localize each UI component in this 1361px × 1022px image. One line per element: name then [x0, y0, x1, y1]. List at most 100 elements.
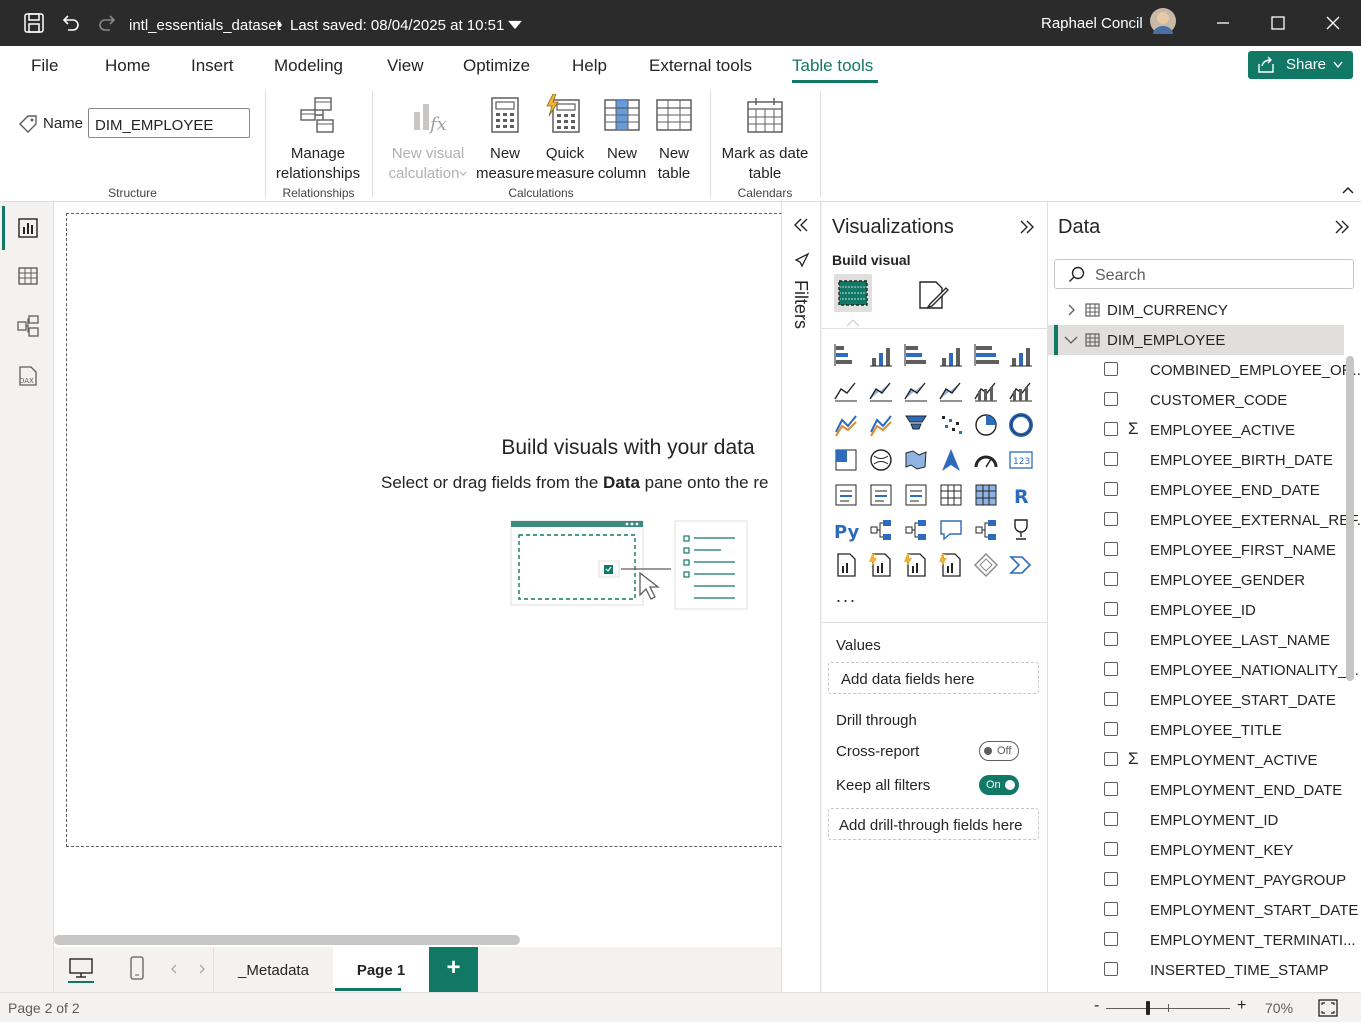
share-button[interactable]: Share: [1248, 51, 1353, 79]
card-icon[interactable]: 123: [1008, 447, 1034, 473]
line-and-clustered-column-chart-icon[interactable]: [1008, 377, 1034, 403]
table-icon[interactable]: [938, 482, 964, 508]
field-row[interactable]: EMPLOYMENT_PAYGROUP: [1048, 865, 1348, 895]
field-checkbox[interactable]: [1104, 752, 1118, 766]
minimize-icon[interactable]: [1212, 12, 1234, 34]
field-row[interactable]: CUSTOMER_CODE: [1048, 385, 1348, 415]
pie-chart-icon[interactable]: [973, 412, 999, 438]
field-checkbox[interactable]: [1104, 842, 1118, 856]
field-checkbox[interactable]: [1104, 722, 1118, 736]
page-tab-metadata[interactable]: _Metadata: [214, 947, 333, 992]
line-chart-icon[interactable]: [833, 377, 859, 403]
field-row[interactable]: EMPLOYEE_FIRST_NAME: [1048, 535, 1348, 565]
tab-view[interactable]: View: [387, 56, 424, 76]
zoom-out-button[interactable]: -: [1094, 997, 1099, 1015]
kpi-icon[interactable]: [868, 482, 894, 508]
more-visual-type-icon[interactable]: [1008, 552, 1034, 578]
chevron-down-icon[interactable]: [1064, 335, 1078, 345]
funnel-chart-icon[interactable]: [903, 412, 929, 438]
field-row[interactable]: EMPLOYMENT_TERMINATI...: [1048, 925, 1356, 955]
search-box[interactable]: Search: [1054, 259, 1354, 289]
power-apps-icon[interactable]: [938, 552, 964, 578]
azure-map-icon[interactable]: [938, 447, 964, 473]
horizontal-scrollbar[interactable]: [54, 935, 520, 945]
table-row-dim-currency[interactable]: DIM_CURRENCY: [1048, 295, 1348, 325]
field-row[interactable]: Σ EMPLOYEE_ACTIVE: [1048, 415, 1348, 445]
undo-icon[interactable]: [59, 12, 81, 34]
chevron-right-icon[interactable]: [198, 964, 206, 974]
chevron-right-icon[interactable]: [1066, 304, 1076, 316]
user-name[interactable]: Raphael Concil: [1041, 15, 1143, 32]
filters-pane-collapsed[interactable]: Filters: [781, 202, 821, 992]
scatter-chart-icon[interactable]: [938, 412, 964, 438]
gauge-icon[interactable]: [973, 447, 999, 473]
100-stacked-column-chart-icon[interactable]: [1008, 342, 1034, 368]
table-row-dim-employee[interactable]: DIM_EMPLOYEE: [1048, 325, 1344, 355]
format-visual-icon[interactable]: [916, 278, 950, 312]
metrics-icon[interactable]: [1008, 517, 1034, 543]
r-script-visual-icon[interactable]: R: [1008, 482, 1034, 508]
tab-file[interactable]: File: [31, 56, 58, 76]
field-checkbox[interactable]: [1104, 872, 1118, 886]
line-and-stacked-column-chart-icon[interactable]: [973, 377, 999, 403]
slicer-icon[interactable]: [903, 482, 929, 508]
slicer-new-icon[interactable]: [903, 552, 929, 578]
paginated-report-icon[interactable]: [833, 552, 859, 578]
add-page-button[interactable]: +: [429, 947, 478, 992]
field-checkbox[interactable]: [1104, 512, 1118, 526]
zoom-level[interactable]: 70%: [1265, 1000, 1293, 1016]
tab-modeling[interactable]: Modeling: [274, 56, 343, 76]
tab-help[interactable]: Help: [572, 56, 607, 76]
multi-row-card-icon[interactable]: [833, 482, 859, 508]
field-row[interactable]: EMPLOYMENT_START_DATE: [1048, 895, 1358, 925]
field-checkbox[interactable]: [1104, 932, 1118, 946]
filled-map-icon[interactable]: [903, 447, 929, 473]
field-checkbox[interactable]: [1104, 632, 1118, 646]
field-checkbox[interactable]: [1104, 452, 1118, 466]
clustered-column-chart-icon[interactable]: [938, 342, 964, 368]
avatar[interactable]: [1150, 8, 1176, 34]
field-checkbox[interactable]: [1104, 962, 1118, 976]
field-row[interactable]: EMPLOYMENT_KEY: [1048, 835, 1348, 865]
zoom-slider-thumb[interactable]: [1146, 1001, 1150, 1015]
field-row[interactable]: EMPLOYEE_END_DATE: [1048, 475, 1348, 505]
field-row[interactable]: EMPLOYEE_EXTERNAL_REF...: [1048, 505, 1361, 535]
smart-narrative-icon[interactable]: [973, 517, 999, 543]
field-checkbox[interactable]: [1104, 422, 1118, 436]
field-row[interactable]: COMBINED_EMPLOYEE_OR...: [1048, 355, 1361, 385]
field-checkbox[interactable]: [1104, 602, 1118, 616]
donut-chart-icon[interactable]: [1008, 412, 1034, 438]
collapse-right-icon[interactable]: [1334, 219, 1350, 235]
desktop-layout-icon[interactable]: [68, 957, 94, 979]
tab-external-tools[interactable]: External tools: [649, 56, 752, 76]
tab-home[interactable]: Home: [105, 56, 150, 76]
field-checkbox[interactable]: [1104, 782, 1118, 796]
page-tab-page-1[interactable]: Page 1: [333, 947, 429, 992]
treemap-icon[interactable]: [833, 447, 859, 473]
map-icon[interactable]: [868, 447, 894, 473]
report-view-icon[interactable]: [16, 216, 40, 240]
values-well[interactable]: Add data fields here: [828, 662, 1039, 694]
field-row[interactable]: EMPLOYEE_GENDER: [1048, 565, 1348, 595]
new-table-button[interactable]: New table: [650, 92, 698, 184]
new-measure-button[interactable]: New measure: [476, 92, 534, 184]
stacked-column-chart-icon[interactable]: [868, 342, 894, 368]
field-row[interactable]: EMPLOYEE_START_DATE: [1048, 685, 1348, 715]
maximize-icon[interactable]: [1267, 12, 1289, 34]
field-row[interactable]: EMPLOYMENT_END_DATE: [1048, 775, 1348, 805]
card-new-icon[interactable]: [868, 552, 894, 578]
key-influencers-icon[interactable]: [868, 517, 894, 543]
tab-table-tools[interactable]: Table tools: [792, 56, 873, 76]
100-stacked-area-chart-icon[interactable]: [938, 377, 964, 403]
area-chart-icon[interactable]: [868, 377, 894, 403]
field-row[interactable]: EMPLOYMENT_ID: [1048, 805, 1348, 835]
tab-optimize[interactable]: Optimize: [463, 56, 530, 76]
field-checkbox[interactable]: [1104, 572, 1118, 586]
close-icon[interactable]: [1322, 12, 1344, 34]
field-row[interactable]: EMPLOYEE_BIRTH_DATE: [1048, 445, 1348, 475]
mark-as-date-table-button[interactable]: Mark as date table: [716, 92, 814, 184]
stacked-bar-chart-icon[interactable]: [833, 342, 859, 368]
collapse-ribbon-icon[interactable]: [1341, 185, 1355, 195]
chevron-left-icon[interactable]: [170, 964, 178, 974]
field-checkbox[interactable]: [1104, 542, 1118, 556]
